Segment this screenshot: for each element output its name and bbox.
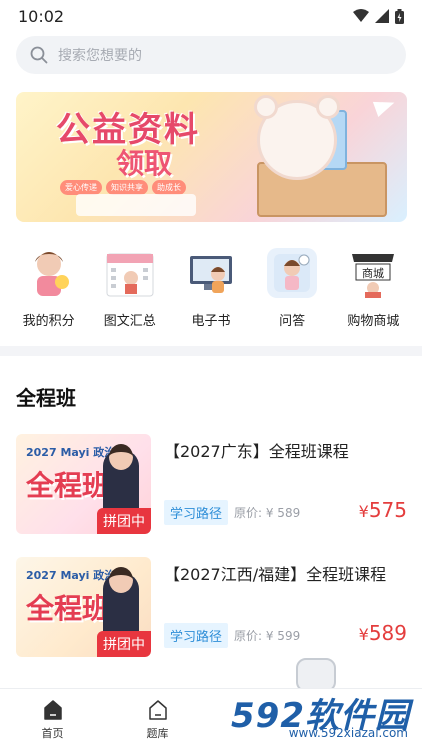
- home-icon: [43, 699, 62, 720]
- shortcut-label: 我的积分: [22, 314, 75, 329]
- thumb-text: 全程班: [26, 469, 111, 502]
- shortcut-label: 问答: [279, 314, 306, 329]
- shortcut-label: 购物商城: [347, 314, 400, 329]
- section-title: 全程班: [16, 386, 76, 410]
- signal-icon: [375, 9, 389, 23]
- search-icon: [30, 46, 48, 64]
- shortcut-label: 电子书: [191, 314, 231, 329]
- watermark-url: www.592xiazai.com: [288, 726, 408, 740]
- shortcut-ebook[interactable]: 电子书: [172, 248, 250, 329]
- course-price: ¥589: [359, 621, 407, 645]
- bear-ear: [316, 95, 340, 119]
- status-bar: 10:02: [0, 0, 422, 32]
- course-tag[interactable]: 学习路径: [164, 500, 229, 525]
- thumb-year: 2027 Mayi 政治: [26, 446, 116, 459]
- banner-tag: 知识共享: [106, 180, 148, 195]
- shortcut-label: 图文汇总: [103, 314, 156, 329]
- section-divider: [0, 346, 422, 356]
- course-thumbnail: 2027 Mayi 政治 全程班 拼团中: [16, 434, 151, 534]
- calendar-icon: [105, 248, 155, 298]
- thumb-year: 2027 Mayi 政治: [26, 569, 116, 582]
- course-price: ¥575: [359, 498, 407, 522]
- status-icons: [353, 8, 404, 24]
- watermark: 592软件园 www.592xiazai.com: [204, 688, 414, 744]
- teacher-head: [109, 567, 133, 593]
- thumb-text: 全程班: [26, 592, 111, 625]
- shortcut-grid: 我的积分 图文汇总 电子书 问答 商城 购物商城: [0, 248, 422, 329]
- original-price: 原价: ¥ 589: [234, 506, 301, 520]
- search-placeholder: 搜索您想要的: [58, 48, 142, 64]
- mall-icon: 商城: [348, 248, 398, 298]
- nav-label: 首页: [41, 726, 64, 740]
- original-price: 原价: ¥ 599: [234, 629, 301, 643]
- promo-banner[interactable]: 公益资料 领取 爱心传递 知识共享 助成长: [16, 92, 407, 222]
- qa-icon: [267, 248, 318, 298]
- banner-decoration: [76, 194, 196, 216]
- shortcut-qa[interactable]: 问答: [253, 248, 331, 329]
- wifi-icon: [353, 9, 369, 22]
- shortcut-mall[interactable]: 商城 购物商城: [334, 248, 412, 329]
- group-buy-badge: 拼团中: [97, 631, 151, 657]
- search-area: 搜索您想要的: [0, 32, 422, 74]
- course-title: 【2027江西/福建】全程班课程: [164, 565, 387, 584]
- banner-tag: 助成长: [152, 180, 186, 195]
- course-card[interactable]: 2027 Mayi 政治 全程班 拼团中 【2027江西/福建】全程班课程 学习…: [16, 557, 407, 659]
- points-icon: [24, 248, 74, 298]
- currency-symbol: ¥: [358, 625, 369, 644]
- course-tag[interactable]: 学习路径: [164, 623, 229, 648]
- battery-icon: [395, 8, 404, 24]
- currency-symbol: ¥: [358, 502, 369, 521]
- price-value: 589: [368, 621, 407, 645]
- group-buy-badge: 拼团中: [97, 508, 151, 534]
- bear-illustration: [254, 95, 340, 180]
- paper-plane-icon: [372, 95, 398, 117]
- question-bank-icon: [148, 699, 167, 720]
- course-card[interactable]: 2027 Mayi 政治 全程班 拼团中 【2027广东】全程班课程 学习路径 …: [16, 434, 407, 536]
- bear-ear: [254, 95, 278, 119]
- svg-text:商城: 商城: [362, 266, 384, 280]
- shortcut-summary[interactable]: 图文汇总: [91, 248, 169, 329]
- nav-label: 题库: [146, 726, 169, 740]
- ebook-icon: [186, 248, 236, 298]
- shortcut-points[interactable]: 我的积分: [10, 248, 88, 329]
- price-value: 575: [368, 498, 407, 522]
- banner-tags: 爱心传递 知识共享 助成长: [60, 180, 186, 195]
- search-input[interactable]: 搜索您想要的: [16, 36, 406, 74]
- robot-assistant-icon[interactable]: [296, 658, 336, 692]
- nav-home[interactable]: 首页: [0, 689, 105, 750]
- status-time: 10:02: [18, 6, 65, 26]
- nav-question-bank[interactable]: 题库: [105, 689, 210, 750]
- course-thumbnail: 2027 Mayi 政治 全程班 拼团中: [16, 557, 151, 657]
- banner-tag: 爱心传递: [60, 180, 102, 195]
- banner-subtitle: 领取: [116, 147, 173, 180]
- teacher-head: [109, 444, 133, 470]
- course-title: 【2027广东】全程班课程: [164, 442, 349, 461]
